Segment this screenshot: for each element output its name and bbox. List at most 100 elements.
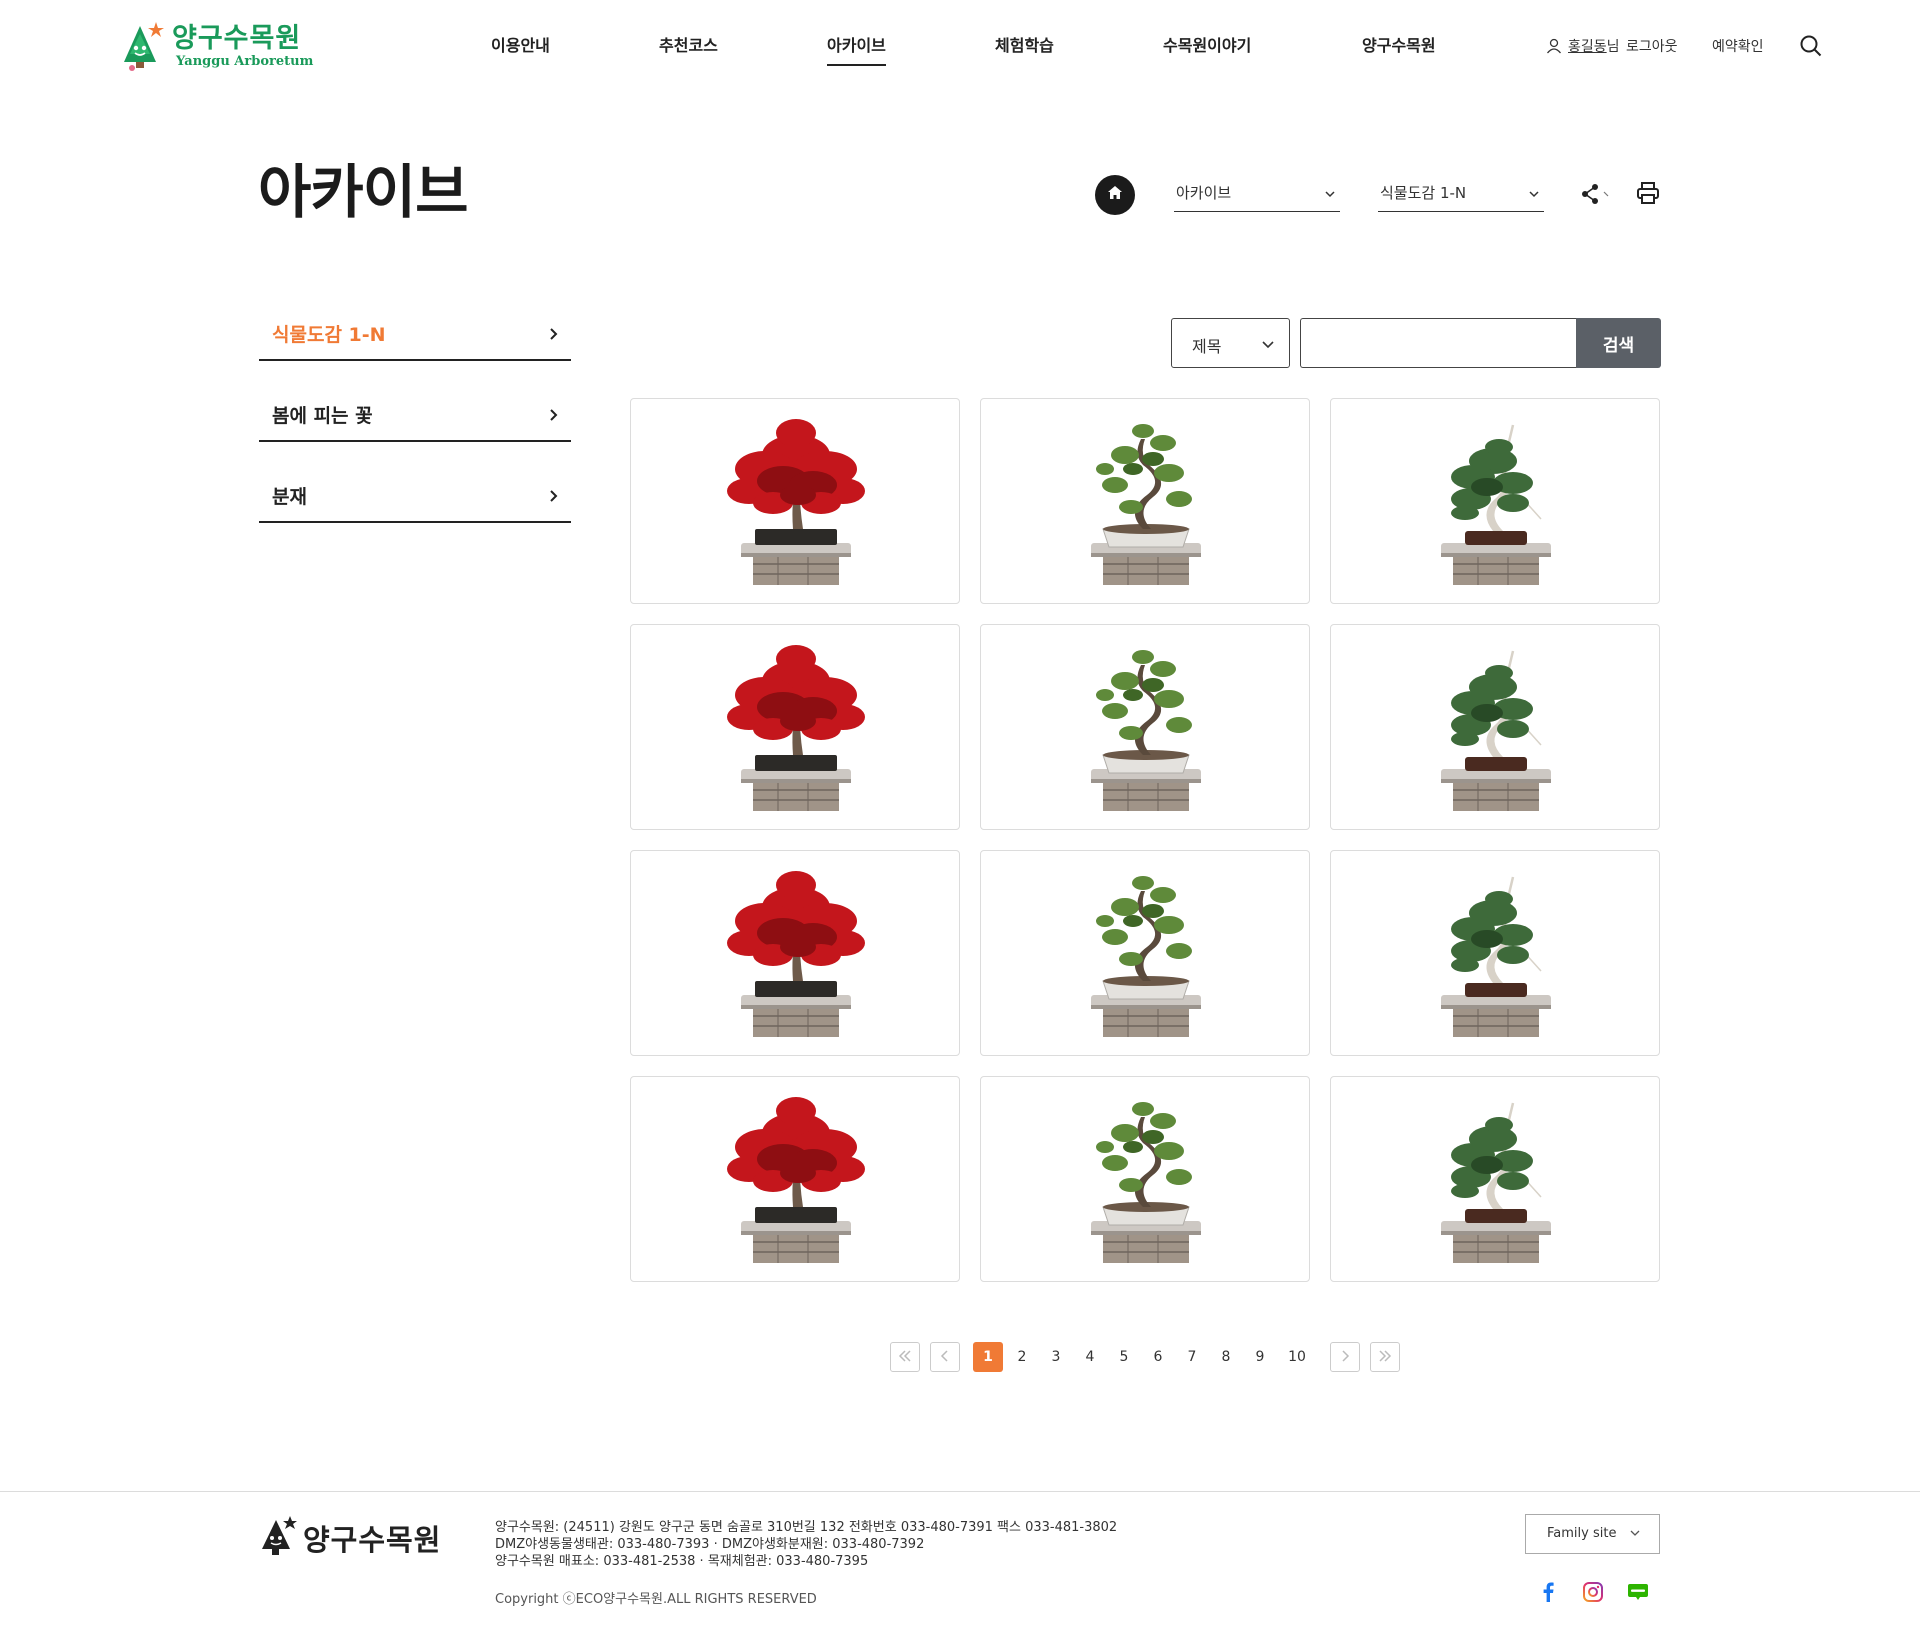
- juniper-bonsai-image: [1331, 851, 1659, 1055]
- user-icon: [1546, 38, 1562, 58]
- chevron-left-icon: [939, 1348, 951, 1367]
- juniper-bonsai-image: [1331, 1077, 1659, 1281]
- home-button[interactable]: [1095, 175, 1135, 215]
- footer-copyright: Copyright ⓒECO양구수목원.ALL RIGHTS RESERVED: [495, 1592, 817, 1607]
- gallery-card[interactable]: [630, 398, 960, 604]
- share-icon: [1580, 184, 1614, 209]
- pine-bonsai-image: [981, 1077, 1309, 1281]
- facebook-icon[interactable]: [1535, 1579, 1561, 1605]
- nav-item-recommended-course[interactable]: 추천코스: [659, 32, 718, 56]
- sidebar-item-label: 봄에 피는 꽃: [272, 405, 373, 427]
- footer-office-contacts: 양구수목원 매표소: 033-481-2538 · 목재체험관: 033-480…: [495, 1554, 869, 1569]
- gallery-card[interactable]: [630, 624, 960, 830]
- chevron-down-icon: [1261, 335, 1275, 354]
- footer-logo: 양구수목원: [259, 1515, 441, 1561]
- site-header: 양구수목원 Yanggu Arboretum 이용안내 추천코스 아카이브 체험…: [0, 0, 1920, 92]
- breadcrumb-select-depth1[interactable]: 아카이브: [1174, 178, 1340, 212]
- printer-icon: [1636, 182, 1660, 209]
- breadcrumb-depth2-label: 식물도감 1-N: [1380, 184, 1467, 202]
- print-button[interactable]: [1636, 181, 1660, 209]
- footer-contact-info: 양구수목원: (24511) 강원도 양구군 동면 숨골로 310번길 132 …: [495, 1519, 1117, 1570]
- gallery-card[interactable]: [1330, 1076, 1660, 1282]
- nav-item-experience-learning[interactable]: 체험학습: [995, 32, 1054, 56]
- gallery-card[interactable]: [980, 624, 1310, 830]
- pine-bonsai-image: [981, 399, 1309, 603]
- gallery-card[interactable]: [980, 1076, 1310, 1282]
- page-number[interactable]: 5: [1109, 1342, 1139, 1372]
- red-maple-bonsai-image: [631, 1077, 959, 1281]
- sidebar-item-label: 분재: [272, 486, 307, 508]
- chevron-down-icon: [1324, 184, 1336, 202]
- search-input[interactable]: [1300, 318, 1577, 368]
- pagination: 1 2 3 4 5 6 7 8 9 10: [0, 1342, 1920, 1372]
- nav-item-usage-guide[interactable]: 이용안내: [491, 32, 550, 56]
- prev-page-button[interactable]: [930, 1342, 960, 1372]
- nav-item-arboretum-story[interactable]: 수목원이야기: [1163, 32, 1251, 56]
- page-number[interactable]: 1: [973, 1342, 1003, 1372]
- search-button[interactable]: 검색: [1576, 318, 1661, 368]
- chevron-right-icon: [1339, 1348, 1351, 1367]
- gallery-card[interactable]: [980, 850, 1310, 1056]
- chevron-right-icon: [549, 405, 559, 427]
- juniper-bonsai-image: [1331, 625, 1659, 829]
- family-site-select[interactable]: Family site: [1525, 1514, 1660, 1554]
- page-number[interactable]: 8: [1211, 1342, 1241, 1372]
- gallery-card[interactable]: [1330, 850, 1660, 1056]
- search-field-value: 제목: [1192, 337, 1222, 356]
- user-greeting: 홍길동님: [1568, 36, 1620, 56]
- instagram-icon[interactable]: [1580, 1579, 1606, 1605]
- breadcrumb-select-depth2[interactable]: 식물도감 1-N: [1378, 178, 1544, 212]
- gallery-card[interactable]: [630, 850, 960, 1056]
- page-number[interactable]: 10: [1282, 1342, 1312, 1372]
- sidebar-item-spring-flowers[interactable]: 봄에 피는 꽃: [259, 387, 571, 442]
- gallery-card[interactable]: [1330, 624, 1660, 830]
- page-number[interactable]: 7: [1177, 1342, 1207, 1372]
- red-maple-bonsai-image: [631, 851, 959, 1055]
- page-number[interactable]: 6: [1143, 1342, 1173, 1372]
- sidebar-item-plant-encyclopedia[interactable]: 식물도감 1-N: [259, 306, 571, 361]
- share-button[interactable]: [1580, 183, 1614, 209]
- next-page-button[interactable]: [1330, 1342, 1360, 1372]
- juniper-bonsai-image: [1331, 399, 1659, 603]
- chevron-right-icon: [549, 324, 559, 346]
- breadcrumb-depth1-label: 아카이브: [1176, 184, 1232, 202]
- red-maple-bonsai-image: [631, 399, 959, 603]
- double-chevron-left-icon: [897, 1348, 913, 1367]
- first-page-button[interactable]: [890, 1342, 920, 1372]
- footer-address: 양구수목원: (24511) 강원도 양구군 동면 숨골로 310번길 132 …: [495, 1520, 1118, 1535]
- home-icon: [1106, 184, 1124, 206]
- nav-item-archive[interactable]: 아카이브: [827, 32, 886, 66]
- pine-bonsai-image: [981, 625, 1309, 829]
- page-number[interactable]: 4: [1075, 1342, 1105, 1372]
- user-name[interactable]: 홍길동: [1568, 39, 1607, 55]
- footer-logo-text: 양구수목원: [303, 1523, 442, 1557]
- blog-icon[interactable]: [1625, 1579, 1651, 1605]
- last-page-button[interactable]: [1370, 1342, 1400, 1372]
- page-title: 아카이브: [258, 158, 468, 226]
- site-footer: 양구수목원 양구수목원: (24511) 강원도 양구군 동면 숨골로 310번…: [0, 1491, 1920, 1647]
- gallery-card[interactable]: [1330, 398, 1660, 604]
- user-honorific: 님: [1606, 39, 1620, 55]
- sidebar-item-label: 식물도감 1-N: [272, 324, 386, 346]
- nav-item-yanggu-arboretum[interactable]: 양구수목원: [1362, 32, 1436, 56]
- chevron-right-icon: [549, 486, 559, 508]
- search-icon[interactable]: [1800, 35, 1822, 61]
- double-chevron-right-icon: [1377, 1348, 1393, 1367]
- tree-logo-icon: [259, 1515, 297, 1561]
- gallery-card[interactable]: [630, 1076, 960, 1282]
- page-number[interactable]: 2: [1007, 1342, 1037, 1372]
- gallery-card[interactable]: [980, 398, 1310, 604]
- chevron-down-icon: [1528, 184, 1540, 202]
- chevron-down-icon: [1629, 1527, 1641, 1542]
- red-maple-bonsai-image: [631, 625, 959, 829]
- sidebar-item-bonsai[interactable]: 분재: [259, 468, 571, 523]
- reservation-check-link[interactable]: 예약확인: [1712, 36, 1764, 56]
- page-number[interactable]: 9: [1245, 1342, 1275, 1372]
- family-site-label: Family site: [1547, 1526, 1617, 1541]
- footer-dmz-contacts: DMZ야생동물생태관: 033-480-7393 · DMZ야생화분재원: 03…: [495, 1537, 925, 1552]
- pine-bonsai-image: [981, 851, 1309, 1055]
- sidebar-menu: 식물도감 1-N 봄에 피는 꽃 분재: [259, 306, 571, 549]
- page-number[interactable]: 3: [1041, 1342, 1071, 1372]
- search-field-select[interactable]: 제목: [1171, 318, 1290, 368]
- logout-link[interactable]: 로그아웃: [1626, 36, 1678, 56]
